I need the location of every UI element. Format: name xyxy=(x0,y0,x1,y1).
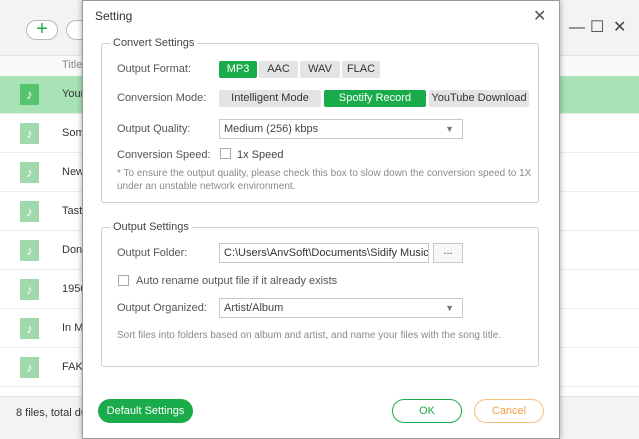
minimize-icon[interactable]: — xyxy=(569,18,585,38)
output-quality-select[interactable]: Medium (256) kbps ▼ xyxy=(219,119,463,139)
organize-hint: Sort files into folders based on album a… xyxy=(117,330,502,341)
conversion-speed-label: Conversion Speed: xyxy=(117,149,211,161)
ok-button[interactable]: OK xyxy=(392,399,462,423)
maximize-icon[interactable]: ☐ xyxy=(590,18,604,38)
track-title: Tast xyxy=(62,205,83,217)
mode-spotify-record-button[interactable]: Spotify Record xyxy=(324,90,426,107)
output-format-label: Output Format: xyxy=(117,63,191,75)
cancel-button[interactable]: Cancel xyxy=(474,399,544,423)
music-note-icon: ♪ xyxy=(20,201,39,222)
convert-settings-legend: Convert Settings xyxy=(113,37,195,49)
speed-option-label: 1x Speed xyxy=(237,149,284,161)
music-note-icon: ♪ xyxy=(20,318,39,339)
music-note-icon: ♪ xyxy=(20,279,39,300)
music-note-icon: ♪ xyxy=(20,357,39,378)
music-note-icon: ♪ xyxy=(20,240,39,261)
format-wav-button[interactable]: WAV xyxy=(300,61,340,78)
track-title: In M xyxy=(62,322,84,334)
column-title: Title xyxy=(62,59,83,71)
output-quality-label: Output Quality: xyxy=(117,123,191,135)
conversion-mode-label: Conversion Mode: xyxy=(117,92,207,104)
mode-youtube-download-button[interactable]: YouTube Download xyxy=(429,90,529,107)
speed-checkbox[interactable] xyxy=(220,148,231,159)
format-aac-button[interactable]: AAC xyxy=(259,61,298,78)
format-flac-button[interactable]: FLAC xyxy=(342,61,380,78)
settings-dialog: Setting ✕ Convert Settings Output Format… xyxy=(82,0,560,439)
file-count-text: 8 files, total du xyxy=(16,407,87,419)
track-title: Don xyxy=(62,244,83,256)
default-settings-button[interactable]: Default Settings xyxy=(98,399,193,423)
music-note-icon: ♪ xyxy=(20,162,39,183)
format-mp3-button[interactable]: MP3 xyxy=(219,61,257,78)
music-note-icon: ♪ xyxy=(20,84,39,105)
dialog-title: Setting xyxy=(95,9,133,23)
output-organized-label: Output Organized: xyxy=(117,302,207,314)
add-button[interactable]: + xyxy=(26,19,58,40)
chevron-down-icon: ▼ xyxy=(445,124,454,134)
mode-intelligent-button[interactable]: Intelligent Mode xyxy=(219,90,321,107)
close-icon[interactable]: ✕ xyxy=(533,6,546,26)
browse-button[interactable]: ... xyxy=(433,243,463,263)
auto-rename-checkbox[interactable] xyxy=(118,275,129,286)
speed-note: * To ensure the output quality, please c… xyxy=(117,168,532,192)
output-folder-input[interactable]: C:\Users\AnvSoft\Documents\Sidify Music … xyxy=(219,243,429,263)
chevron-down-icon: ▼ xyxy=(445,303,454,313)
output-organized-value: Artist/Album xyxy=(224,302,284,314)
auto-rename-label: Auto rename output file if it already ex… xyxy=(136,275,338,287)
output-quality-value: Medium (256) kbps xyxy=(224,123,319,135)
track-title: Your xyxy=(62,88,85,100)
output-folder-label: Output Folder: xyxy=(117,247,188,259)
output-organized-select[interactable]: Artist/Album ▼ xyxy=(219,298,463,318)
output-settings-legend: Output Settings xyxy=(113,221,189,233)
music-note-icon: ♪ xyxy=(20,123,39,144)
close-window-icon[interactable]: ✕ xyxy=(613,18,626,38)
track-title: New xyxy=(62,166,85,178)
